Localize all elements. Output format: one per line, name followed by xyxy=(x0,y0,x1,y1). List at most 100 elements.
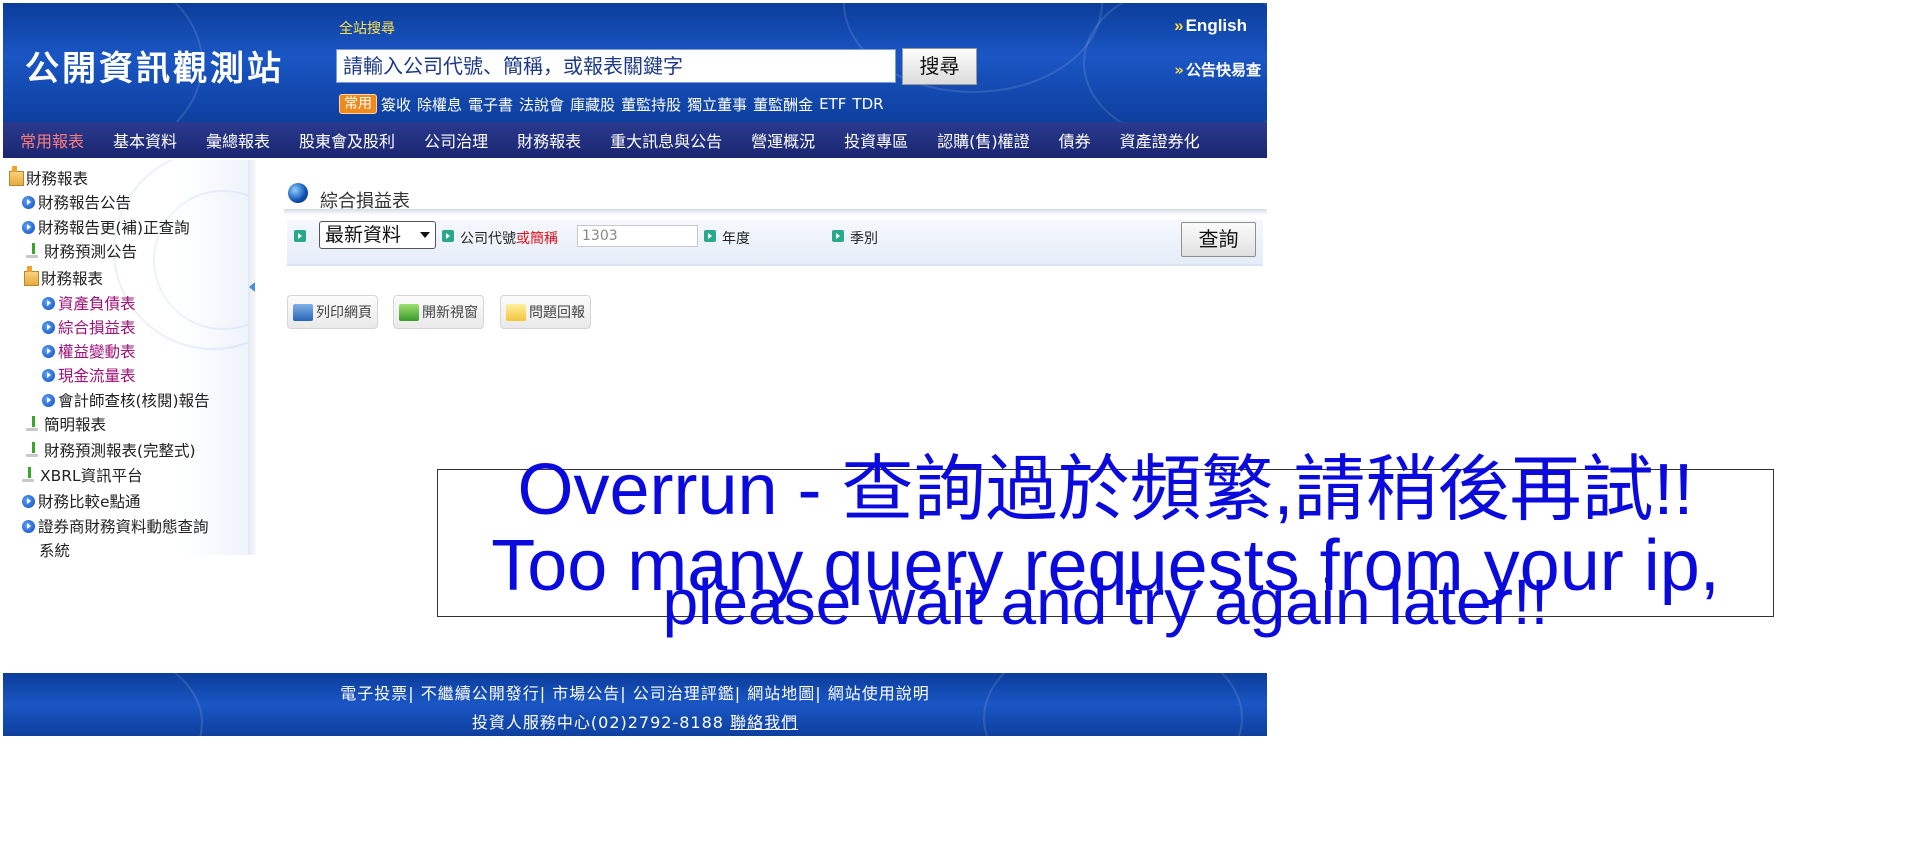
double-chevron-icon: » xyxy=(1174,16,1184,35)
nav-item-summary-reports[interactable]: 彙總報表 xyxy=(206,128,270,152)
sidebar-item-condensed-reports[interactable]: 簡明報表 xyxy=(26,413,106,435)
footer-link-evote[interactable]: 電子投票 xyxy=(340,684,408,703)
company-code-input[interactable]: 1303 xyxy=(577,225,698,247)
feedback-button-label: 問題回報 xyxy=(529,305,585,321)
quick-link-remuneration[interactable]: 董監酬金 xyxy=(753,94,813,115)
new-window-button[interactable]: 開新視窗 xyxy=(393,295,484,329)
feedback-button[interactable]: 問題回報 xyxy=(500,295,591,329)
sidebar-item-cash-flow[interactable]: 現金流量表 xyxy=(42,364,136,386)
sidebar-collapse-icon[interactable] xyxy=(249,282,255,292)
bullet-icon xyxy=(22,220,35,234)
sidebar-item-label: 系統 xyxy=(39,542,71,560)
bullet-icon xyxy=(22,195,35,209)
common-badge: 常用 xyxy=(339,94,377,114)
site-logo[interactable]: 公開資訊觀測站 xyxy=(25,41,284,90)
printer-icon xyxy=(293,303,313,321)
quick-link-conference[interactable]: 法說會 xyxy=(519,94,564,115)
nav-item-securitization[interactable]: 資產證券化 xyxy=(1120,128,1200,152)
company-code-label-alt: 或簡稱 xyxy=(516,231,558,247)
english-link[interactable]: » English xyxy=(1174,16,1247,36)
footer-link-usage[interactable]: 網站使用說明 xyxy=(828,684,930,703)
nav-item-warrants[interactable]: 認購(售)權證 xyxy=(937,128,1030,152)
sidebar-item-label: 簡明報表 xyxy=(44,416,107,434)
footer-link-discontinued[interactable]: 不繼續公開發行 xyxy=(421,684,540,703)
nav-item-material-info[interactable]: 重大訊息與公告 xyxy=(610,128,722,152)
quick-link-sign[interactable]: 簽收 xyxy=(381,94,411,115)
overrun-message-line3: please wait and try again later!! xyxy=(662,566,1549,638)
bullet-icon xyxy=(42,368,55,382)
quick-link-treasury[interactable]: 庫藏股 xyxy=(570,94,615,115)
sidebar-item-label: 權益變動表 xyxy=(58,343,136,361)
print-button[interactable]: 列印網頁 xyxy=(287,295,378,329)
sidebar-item-balance-sheet[interactable]: 資產負債表 xyxy=(42,292,136,314)
arrow-icon xyxy=(442,230,454,242)
contact-us-link[interactable]: 聯絡我們 xyxy=(730,713,798,732)
arrow-icon xyxy=(294,230,306,242)
download-icon xyxy=(22,467,36,483)
chevron-down-icon xyxy=(420,232,430,238)
quick-link-director-holdings[interactable]: 董監持股 xyxy=(621,94,681,115)
sidebar-item-financial-statements-sub[interactable]: 財務報表 xyxy=(24,265,103,289)
sidebar-item-forecast-full[interactable]: 財務預測報表(完整式) xyxy=(26,439,196,461)
checkmark-icon xyxy=(399,303,419,321)
data-type-select[interactable]: 最新資料 xyxy=(319,221,436,249)
quick-link-dividend[interactable]: 除權息 xyxy=(417,94,462,115)
sidebar-item-forecast-announcement[interactable]: 財務預測公告 xyxy=(26,240,137,262)
nav-item-shareholders[interactable]: 股東會及股利 xyxy=(299,128,395,152)
sidebar-item-financial-statements[interactable]: 財務報表 xyxy=(9,165,88,189)
overrun-chinese: 查詢過於頻繁,請稍後再試!! xyxy=(841,450,1694,530)
quick-links-bar: 常用 簽收 除權息 電子書 法說會 庫藏股 董監持股 獨立董事 董監酬金 ETF… xyxy=(339,93,890,115)
sidebar-item-broker-financial[interactable]: 證券商財務資料動態查詢 xyxy=(22,515,209,537)
download-icon xyxy=(26,442,40,458)
sidebar-item-xbrl[interactable]: XBRL資訊平台 xyxy=(22,464,143,486)
sidebar-item-financial-compare[interactable]: 財務比較e點通 xyxy=(22,490,141,512)
search-input[interactable]: 請輸入公司代號、簡稱，或報表關鍵字 xyxy=(336,49,896,83)
nav-item-basic-info[interactable]: 基本資料 xyxy=(113,128,177,152)
season-label: 季別 xyxy=(850,231,878,247)
nav-item-financial-reports[interactable]: 財務報表 xyxy=(517,128,581,152)
english-link-label: English xyxy=(1185,16,1247,35)
bullet-icon xyxy=(22,519,35,533)
data-type-select-value: 最新資料 xyxy=(325,224,402,246)
bullet-icon xyxy=(42,296,55,310)
bullet-icon xyxy=(22,494,35,508)
year-label: 年度 xyxy=(722,231,750,247)
envelope-icon xyxy=(506,303,526,321)
footer-link-sitemap[interactable]: 網站地圖 xyxy=(747,684,815,703)
page: 公開資訊觀測站 全站搜尋 請輸入公司代號、簡稱，或報表關鍵字 搜尋 常用 簽收 … xyxy=(0,0,1920,847)
title-divider xyxy=(284,209,1267,215)
search-button[interactable]: 搜尋 xyxy=(902,48,977,85)
bullet-icon xyxy=(42,393,55,407)
nav-item-governance[interactable]: 公司治理 xyxy=(424,128,488,152)
nav-item-operations[interactable]: 營運概況 xyxy=(751,128,815,152)
company-code-label-text: 公司代號 xyxy=(460,231,516,247)
footer-link-market-notice[interactable]: 市場公告 xyxy=(552,684,620,703)
sidebar-item-label: 證券商財務資料動態查詢 xyxy=(38,518,209,536)
folder-icon xyxy=(9,165,24,186)
sidebar-item-label: 財務報告更(補)正查詢 xyxy=(38,219,190,237)
bullet-icon xyxy=(42,320,55,334)
sidebar-item-income-statement[interactable]: 綜合損益表 xyxy=(42,316,136,338)
sidebar-item-auditor-report[interactable]: 會計師查核(核閱)報告 xyxy=(42,389,210,411)
sidebar-item-label: 綜合損益表 xyxy=(58,319,136,337)
sidebar-item-label: 財務預測報表(完整式) xyxy=(44,442,196,460)
sidebar-item-report-correction[interactable]: 財務報告更(補)正查詢 xyxy=(22,216,190,238)
sidebar-item-report-announcement[interactable]: 財務報告公告 xyxy=(22,191,131,213)
main-nav: 常用報表 基本資料 彙總報表 股東會及股利 公司治理 財務報表 重大訊息與公告 … xyxy=(3,122,1267,158)
quick-link-ebook[interactable]: 電子書 xyxy=(468,94,513,115)
nav-item-bonds[interactable]: 債券 xyxy=(1059,128,1091,152)
quick-link-etf[interactable]: ETF xyxy=(819,95,846,113)
sidebar-item-equity-changes[interactable]: 權益變動表 xyxy=(42,340,136,362)
footer-links: 電子投票| 不繼續公開發行| 市場公告| 公司治理評鑑| 網站地圖| 網站使用說… xyxy=(340,684,930,703)
nav-item-common-reports[interactable]: 常用報表 xyxy=(20,128,84,152)
quick-link-tdr[interactable]: TDR xyxy=(852,95,883,113)
quick-link-independent-director[interactable]: 獨立董事 xyxy=(687,94,747,115)
double-chevron-icon: » xyxy=(1174,61,1184,79)
sidebar-item-label: XBRL資訊平台 xyxy=(40,467,143,485)
sidebar-item-broker-financial-cont[interactable]: 系統 xyxy=(39,539,70,561)
query-button[interactable]: 查詢 xyxy=(1181,222,1256,257)
footer-link-governance-eval[interactable]: 公司治理評鑑 xyxy=(633,684,735,703)
announcement-quick-link[interactable]: » 公告快易查 xyxy=(1174,59,1261,80)
nav-item-investment[interactable]: 投資專區 xyxy=(844,128,908,152)
sidebar-item-label: 財務報告公告 xyxy=(38,194,132,212)
